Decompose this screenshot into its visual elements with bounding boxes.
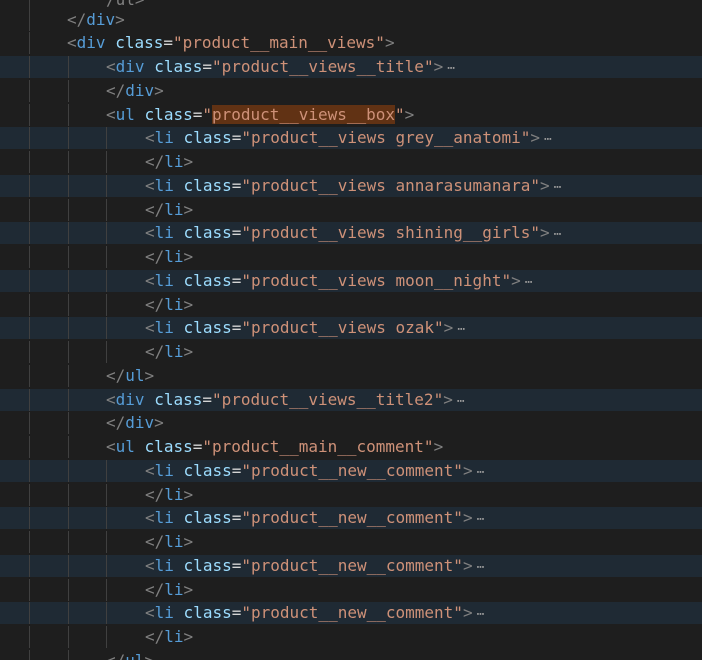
code-line: </ul>	[0, 365, 702, 387]
code-line: </li>	[0, 484, 702, 506]
code-line-folded[interactable]: <li class="product__views ozak"> ⋯	[0, 317, 702, 339]
fold-ellipsis-icon[interactable]: ⋯	[477, 465, 486, 480]
fold-ellipsis-icon[interactable]: ⋯	[544, 132, 553, 147]
code-editor[interactable]: /ul> </div> <div class="product__main__v…	[0, 0, 702, 660]
class-value: product__new__comment	[251, 556, 454, 575]
fold-ellipsis-icon[interactable]: ⋯	[457, 322, 466, 337]
code-line: </li>	[0, 151, 702, 173]
fold-ellipsis-icon[interactable]: ⋯	[554, 227, 563, 242]
code-line-folded[interactable]: <li class="product__new__comment"> ⋯	[0, 507, 702, 529]
code-line: <ul class="product__main__comment">	[0, 436, 702, 458]
code-line-folded[interactable]: <li class="product__views annarasumanara…	[0, 175, 702, 197]
code-line: <div class="product__main__views">	[0, 32, 702, 54]
class-value: product__main__comment	[212, 437, 424, 456]
class-value: product__main__views	[182, 33, 376, 52]
code-line-folded[interactable]: <li class="product__new__comment"> ⋯	[0, 460, 702, 482]
code-line: </li>	[0, 341, 702, 363]
code-line: </div>	[0, 80, 702, 102]
code-line-folded[interactable]: <li class="product__views shining__girls…	[0, 222, 702, 244]
code-fragment: /ul>	[106, 0, 145, 9]
code-line: </li>	[0, 246, 702, 268]
search-highlight: product__views__box	[212, 105, 396, 124]
code-line: </li>	[0, 531, 702, 553]
fold-ellipsis-icon[interactable]: ⋯	[447, 61, 456, 76]
code-line: </div>	[0, 9, 702, 31]
class-value: product__views__title	[221, 57, 424, 76]
class-value: product__views annarasumanara	[251, 176, 531, 195]
code-line-folded[interactable]: <div class="product__views__title"> ⋯	[0, 56, 702, 78]
fold-ellipsis-icon[interactable]: ⋯	[477, 512, 486, 527]
code-line: </li>	[0, 199, 702, 221]
class-value: product__views moon__night	[251, 271, 502, 290]
class-value: product__new__comment	[251, 603, 454, 622]
code-line: <ul class="product__views__box">	[0, 104, 702, 126]
code-line: </li>	[0, 626, 702, 648]
fold-ellipsis-icon[interactable]: ⋯	[525, 275, 534, 290]
class-value: product__views__title2	[221, 390, 434, 409]
fold-ellipsis-icon[interactable]: ⋯	[554, 180, 563, 195]
fold-ellipsis-icon[interactable]: ⋯	[457, 394, 466, 409]
fold-ellipsis-icon[interactable]: ⋯	[477, 607, 486, 622]
code-line: </li>	[0, 579, 702, 601]
class-value: product__views grey__anatomi	[251, 128, 521, 147]
class-value: product__new__comment	[251, 508, 454, 527]
code-line-folded[interactable]: <div class="product__views__title2"> ⋯	[0, 389, 702, 411]
code-line: </div>	[0, 412, 702, 434]
class-value: product__new__comment	[251, 461, 454, 480]
code-line: </ul>	[0, 650, 702, 660]
tag-name: div	[76, 33, 106, 52]
code-line-folded[interactable]: <li class="product__views moon__night"> ⋯	[0, 270, 702, 292]
code-line-folded[interactable]: <li class="product__new__comment"> ⋯	[0, 602, 702, 624]
class-value: product__views ozak	[251, 318, 435, 337]
fold-ellipsis-icon[interactable]: ⋯	[477, 560, 486, 575]
code-line-folded[interactable]: <li class="product__new__comment"> ⋯	[0, 555, 702, 577]
class-value: product__views shining__girls	[251, 223, 531, 242]
code-line: </li>	[0, 294, 702, 316]
code-line-folded[interactable]: <li class="product__views grey__anatomi"…	[0, 127, 702, 149]
tag-name: div	[86, 10, 116, 29]
